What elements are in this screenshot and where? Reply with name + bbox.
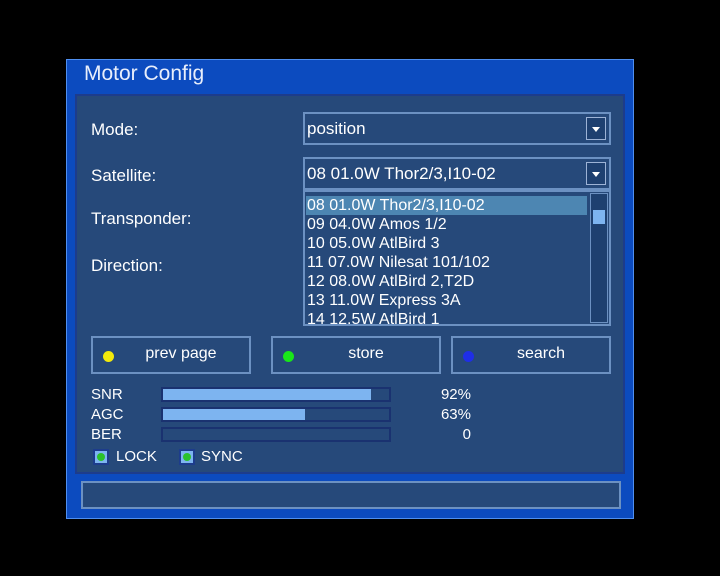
dialog-content: Mode: position Satellite: 08 01.0W Thor2… — [75, 94, 625, 474]
satellite-select-value: 08 01.0W Thor2/3,I10-02 — [307, 164, 496, 183]
agc-bar-fill — [163, 409, 306, 420]
sync-indicator-icon — [179, 449, 195, 465]
dialog-title: Motor Config — [84, 62, 205, 85]
mode-select[interactable]: position — [303, 112, 611, 145]
agc-bar — [161, 407, 391, 422]
list-item[interactable]: 12 08.0W AtlBird 2,T2D — [306, 272, 587, 291]
snr-value: 92% — [440, 386, 471, 403]
blue-dot-icon — [463, 351, 474, 362]
chevron-down-icon[interactable] — [586, 117, 606, 140]
agc-label: AGC — [91, 406, 124, 423]
list-item[interactable]: 13 11.0W Express 3A — [306, 291, 587, 310]
search-button[interactable]: search — [451, 336, 611, 374]
ber-bar — [161, 427, 391, 442]
snr-bar — [161, 387, 391, 402]
mode-select-value: position — [307, 119, 366, 138]
prev-page-label: prev page — [145, 345, 217, 362]
list-item[interactable]: 10 05.0W AtlBird 3 — [306, 234, 587, 253]
status-bar — [81, 481, 621, 509]
ber-label: BER — [91, 426, 122, 443]
satellite-dropdown-list[interactable]: 08 01.0W Thor2/3,I10-02 09 04.0W Amos 1/… — [303, 190, 611, 326]
snr-bar-fill — [163, 389, 371, 400]
chevron-down-icon[interactable] — [586, 162, 606, 185]
list-item[interactable]: 14 12.5W AtlBird 1 — [306, 310, 587, 324]
ber-value: 0 — [462, 426, 471, 443]
store-button[interactable]: store — [271, 336, 441, 374]
list-item[interactable]: 09 04.0W Amos 1/2 — [306, 215, 587, 234]
lock-label: LOCK — [116, 448, 157, 465]
snr-label: SNR — [91, 386, 123, 403]
sync-label: SYNC — [201, 448, 243, 465]
agc-value: 63% — [440, 406, 471, 423]
list-scrollbar[interactable] — [590, 193, 608, 323]
satellite-label: Satellite: — [91, 166, 157, 185]
green-dot-icon — [283, 351, 294, 362]
transponder-label: Transponder: — [91, 209, 192, 228]
scroll-thumb[interactable] — [593, 210, 605, 224]
store-label: store — [348, 345, 384, 362]
satellite-select[interactable]: 08 01.0W Thor2/3,I10-02 — [303, 157, 611, 190]
prev-page-button[interactable]: prev page — [91, 336, 251, 374]
list-item[interactable]: 08 01.0W Thor2/3,I10-02 — [306, 196, 587, 215]
yellow-dot-icon — [103, 351, 114, 362]
list-item[interactable]: 11 07.0W Nilesat 101/102 — [306, 253, 587, 272]
lock-indicator-icon — [93, 449, 109, 465]
direction-label: Direction: — [91, 256, 163, 275]
mode-label: Mode: — [91, 120, 139, 139]
search-label: search — [516, 345, 566, 362]
motor-config-dialog: Motor Config Mode: position Satellite: 0… — [66, 59, 634, 519]
